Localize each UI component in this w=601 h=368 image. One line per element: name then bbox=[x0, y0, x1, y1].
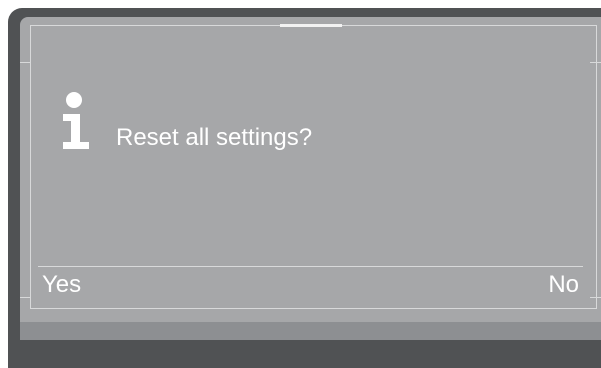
yes-button[interactable]: Yes bbox=[42, 271, 81, 299]
top-indicator bbox=[280, 24, 342, 27]
no-button[interactable]: No bbox=[548, 271, 579, 299]
right-edge-tick bbox=[590, 297, 601, 298]
left-edge-tick bbox=[20, 62, 30, 63]
left-edge-tick bbox=[20, 297, 30, 298]
footer-strip bbox=[20, 322, 601, 340]
dialog-message: Reset all settings? bbox=[116, 124, 313, 151]
info-icon bbox=[63, 92, 89, 149]
right-edge-tick bbox=[590, 62, 601, 63]
softkey-divider bbox=[38, 266, 583, 267]
